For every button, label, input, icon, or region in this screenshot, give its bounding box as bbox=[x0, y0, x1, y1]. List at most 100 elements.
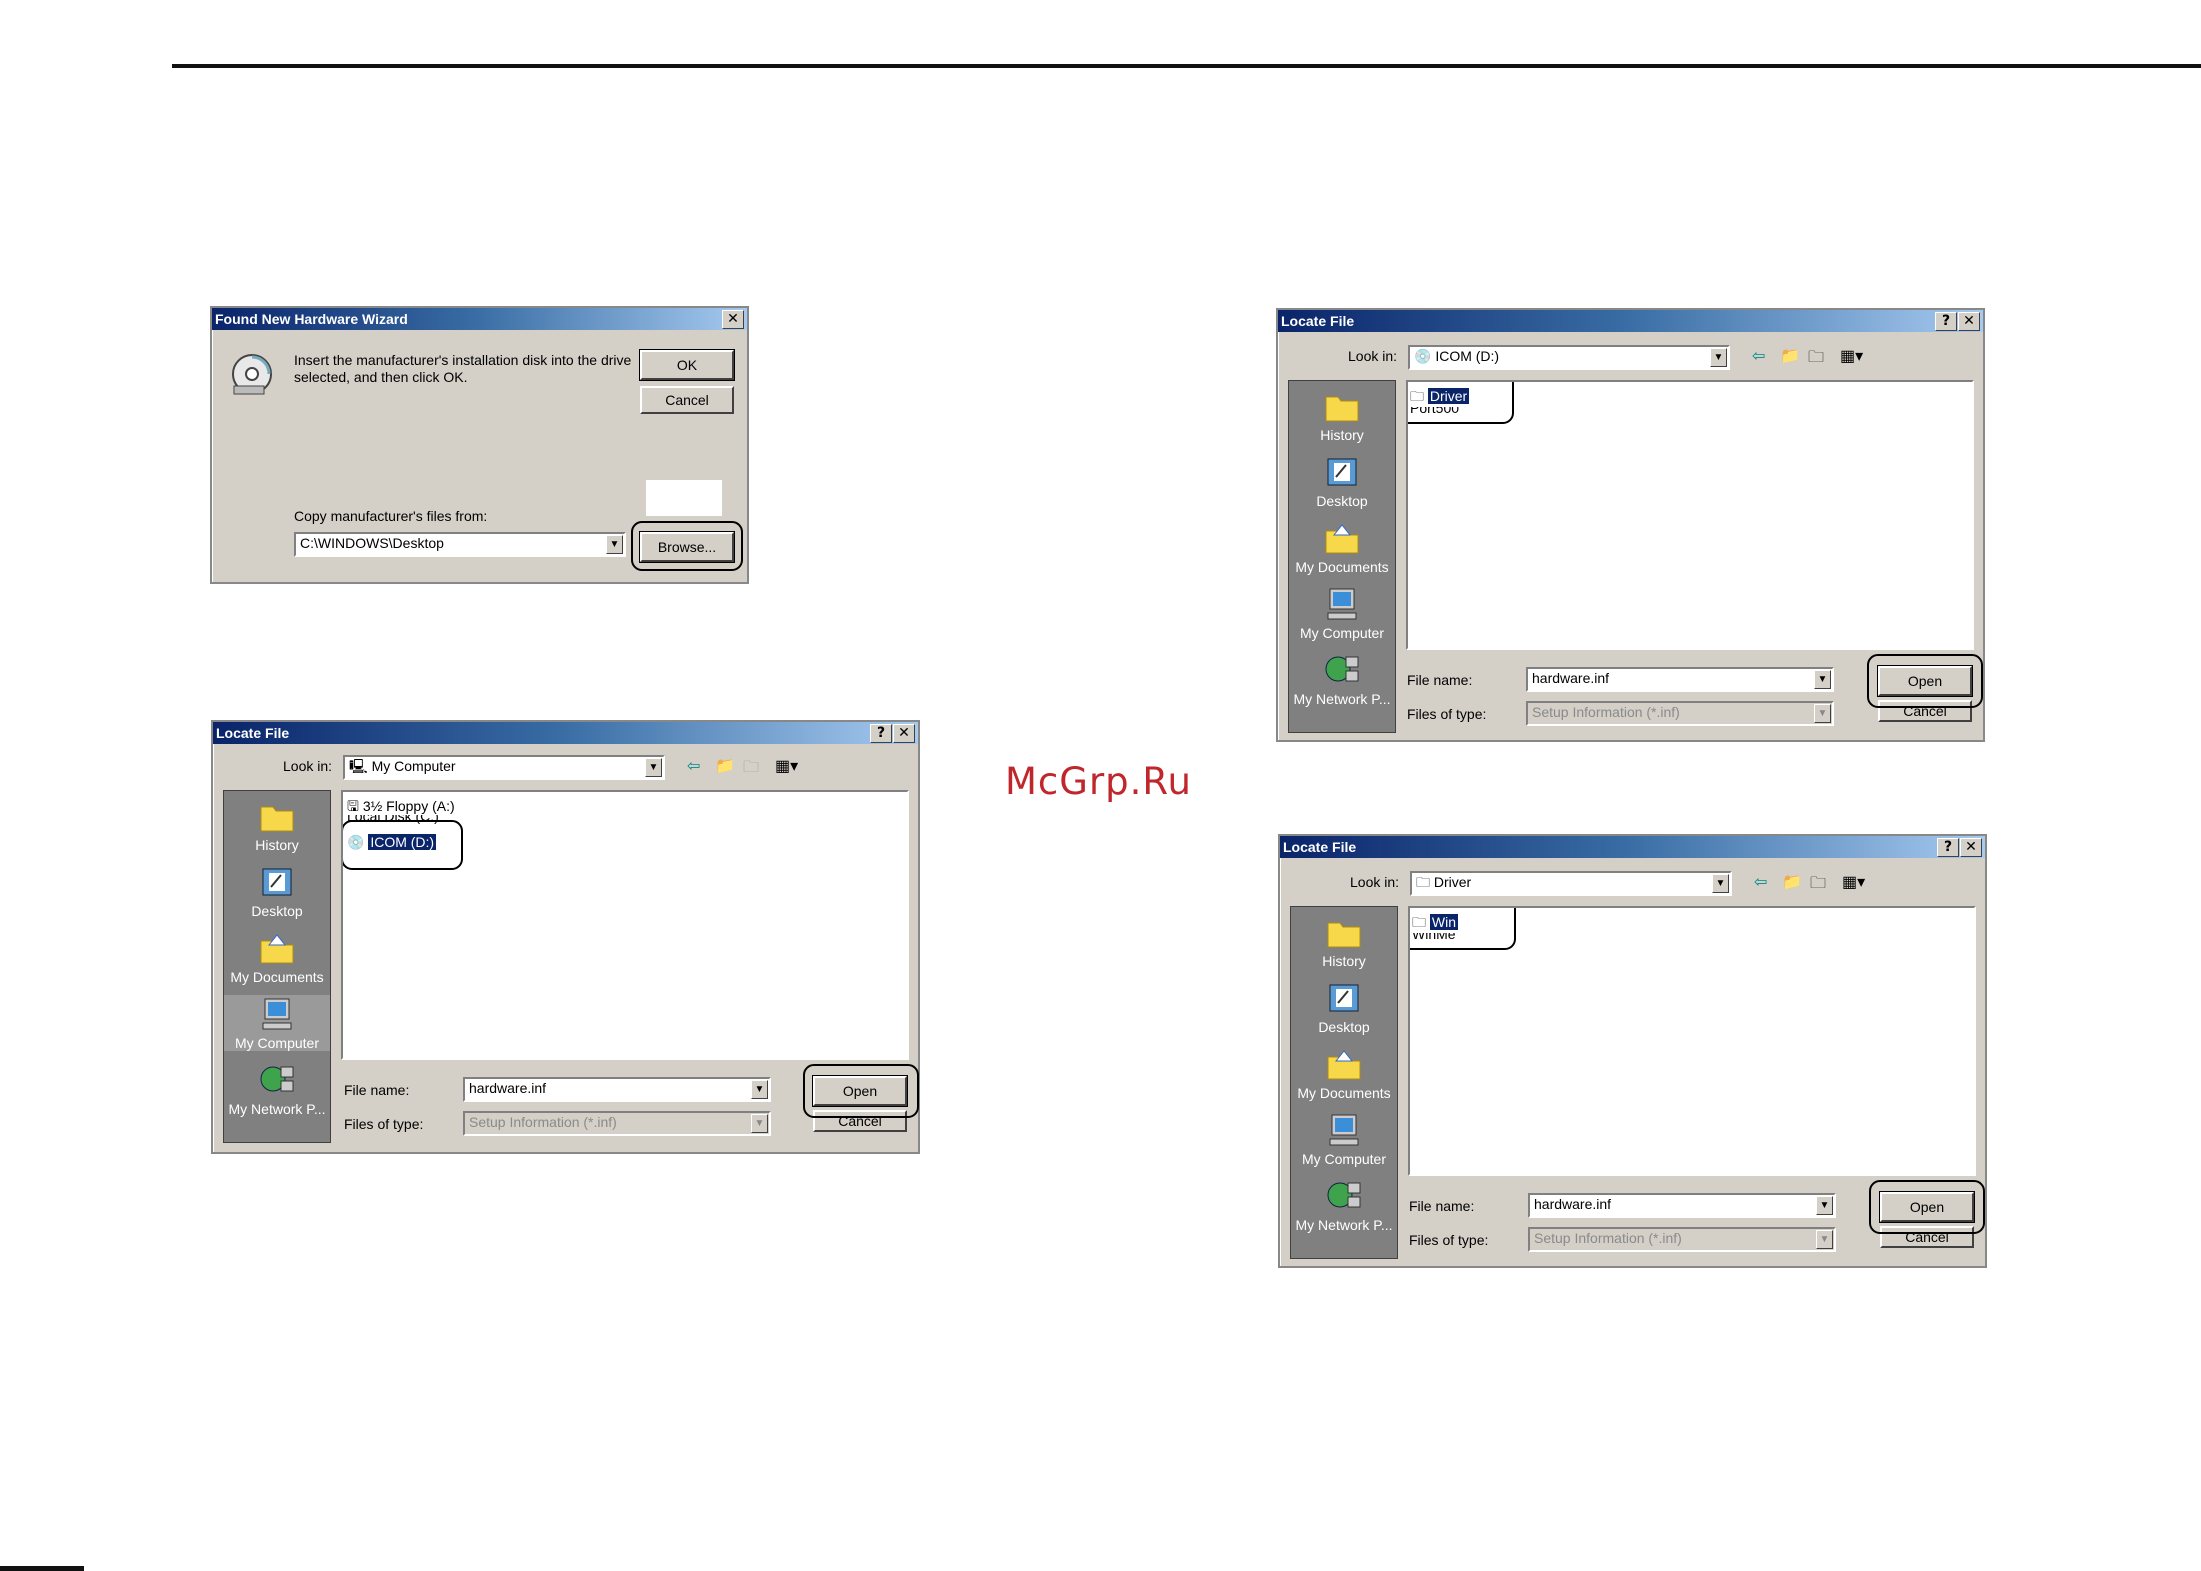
cancel-button[interactable]: Cancel bbox=[640, 386, 734, 414]
files-of-type-combo: Setup Information (*.inf) ▼ bbox=[1528, 1227, 1836, 1252]
file-list[interactable]: 🗀 Driver Port500 bbox=[1406, 380, 1974, 650]
dropdown-arrow-icon[interactable]: ▼ bbox=[645, 758, 662, 777]
dialog-title: Locate File bbox=[1283, 839, 1357, 855]
place-desktop[interactable]: Desktop bbox=[224, 863, 330, 919]
place-label: History bbox=[255, 837, 299, 853]
place-my-computer[interactable]: My Computer bbox=[224, 995, 330, 1051]
list-item-label: 3½ Floppy (A:) bbox=[362, 798, 455, 814]
place-history[interactable]: History bbox=[1291, 913, 1397, 969]
look-in-combo[interactable]: 🗀 Driver ▼ bbox=[1410, 871, 1732, 896]
dialog-title: Locate File bbox=[216, 725, 290, 741]
place-desktop[interactable]: Desktop bbox=[1289, 453, 1395, 509]
file-list[interactable]: 🗀 Win WinMe bbox=[1408, 906, 1976, 1176]
place-my-documents[interactable]: My Documents bbox=[1289, 519, 1395, 575]
file-name-combo[interactable]: hardware.inf ▼ bbox=[1528, 1193, 1836, 1218]
page-footer-bar bbox=[0, 1566, 84, 1571]
network-globe-icon bbox=[1327, 1182, 1361, 1208]
dialog-title: Found New Hardware Wizard bbox=[215, 311, 408, 327]
place-label: My Computer bbox=[1301, 1151, 1387, 1167]
place-my-network[interactable]: My Network P... bbox=[224, 1061, 330, 1117]
files-of-type-label: Files of type: bbox=[1409, 1232, 1489, 1248]
file-name-value: hardware.inf bbox=[1534, 1196, 1612, 1212]
copy-files-value: C:\WINDOWS\Desktop bbox=[300, 535, 444, 551]
files-of-type-value: Setup Information (*.inf) bbox=[1532, 704, 1680, 720]
look-in-label: Look in: bbox=[283, 758, 333, 774]
place-label: History bbox=[1320, 427, 1364, 443]
dropdown-arrow-icon: ▼ bbox=[1816, 1230, 1833, 1249]
open-button-highlight bbox=[1867, 654, 1983, 708]
file-list[interactable]: 🖫 3½ Floppy (A:) Local Disk (C:) 💿 ICOM … bbox=[341, 790, 909, 1060]
place-desktop[interactable]: Desktop bbox=[1291, 979, 1397, 1035]
help-button[interactable]: ? bbox=[1937, 838, 1959, 857]
up-folder-icon[interactable]: 📁 bbox=[715, 756, 735, 776]
close-button[interactable]: ✕ bbox=[722, 310, 744, 329]
place-my-network[interactable]: My Network P... bbox=[1289, 651, 1395, 707]
folder-icon: 🗀 bbox=[1416, 874, 1430, 890]
my-computer-icon bbox=[1327, 588, 1357, 620]
dropdown-arrow-icon[interactable]: ▼ bbox=[1814, 670, 1831, 689]
view-menu-icon[interactable]: ▦▾ bbox=[1840, 346, 1863, 366]
look-in-combo[interactable]: 💿 ICOM (D:) ▼ bbox=[1408, 345, 1730, 370]
file-name-label: File name: bbox=[344, 1082, 410, 1098]
files-of-type-value: Setup Information (*.inf) bbox=[469, 1114, 617, 1130]
dropdown-arrow-icon[interactable]: ▼ bbox=[1816, 1196, 1833, 1215]
places-bar: History Desktop My Documents My Computer… bbox=[1288, 380, 1396, 733]
file-name-combo[interactable]: hardware.inf ▼ bbox=[463, 1077, 771, 1102]
blank-panel bbox=[646, 480, 722, 516]
place-label: My Computer bbox=[234, 1035, 320, 1051]
found-new-hardware-dialog: Found New Hardware Wizard ✕ Insert the m… bbox=[210, 306, 749, 584]
files-of-type-label: Files of type: bbox=[1407, 706, 1487, 722]
place-label: My Network P... bbox=[1293, 691, 1391, 707]
place-history[interactable]: History bbox=[1289, 387, 1395, 443]
floppy-drive-icon: 🖫 bbox=[347, 798, 359, 814]
my-documents-icon bbox=[1327, 1050, 1361, 1080]
place-my-computer[interactable]: My Computer bbox=[1289, 585, 1395, 641]
close-button[interactable]: ✕ bbox=[893, 724, 915, 743]
cd-drive-icon: 💿 bbox=[1414, 348, 1432, 364]
dropdown-arrow-icon[interactable]: ▼ bbox=[1712, 874, 1729, 893]
open-button-highlight bbox=[1869, 1180, 1985, 1234]
cd-disk-icon bbox=[232, 354, 272, 395]
locate-file-dialog-2: Locate File ? ✕ Look in: 💿 ICOM (D:) ▼ ⇦… bbox=[1276, 308, 1985, 742]
my-documents-icon bbox=[260, 934, 294, 964]
place-history[interactable]: History bbox=[224, 797, 330, 853]
dropdown-arrow-icon[interactable]: ▼ bbox=[1710, 348, 1727, 367]
copy-files-combo[interactable]: C:\WINDOWS\Desktop ▼ bbox=[294, 532, 626, 557]
back-arrow-icon[interactable]: ⇦ bbox=[1754, 872, 1767, 892]
dropdown-arrow-icon[interactable]: ▼ bbox=[751, 1080, 768, 1099]
file-name-combo[interactable]: hardware.inf ▼ bbox=[1526, 667, 1834, 692]
file-name-value: hardware.inf bbox=[469, 1080, 547, 1096]
watermark: McGrp.Ru bbox=[1005, 760, 1192, 803]
place-label: My Documents bbox=[230, 969, 324, 985]
new-folder-icon[interactable]: 🗀 bbox=[743, 756, 759, 783]
file-name-label: File name: bbox=[1409, 1198, 1475, 1214]
wizard-message-line2: selected, and then click OK. bbox=[294, 369, 468, 385]
folder-icon bbox=[1327, 922, 1361, 948]
copy-files-label: Copy manufacturer's files from: bbox=[294, 508, 488, 524]
new-folder-icon[interactable]: 🗀 bbox=[1808, 346, 1824, 373]
up-folder-icon[interactable]: 📁 bbox=[1780, 346, 1800, 366]
dialog-titlebar: Locate File bbox=[1278, 310, 1983, 332]
files-of-type-label: Files of type: bbox=[344, 1116, 424, 1132]
dropdown-arrow-icon: ▼ bbox=[751, 1114, 768, 1133]
files-of-type-combo: Setup Information (*.inf) ▼ bbox=[463, 1111, 771, 1136]
look-in-combo[interactable]: 🖳 My Computer ▼ bbox=[343, 755, 665, 780]
desktop-icon bbox=[1329, 984, 1359, 1012]
view-menu-icon[interactable]: ▦▾ bbox=[1842, 872, 1865, 892]
help-button[interactable]: ? bbox=[870, 724, 892, 743]
close-button[interactable]: ✕ bbox=[1960, 838, 1982, 857]
place-my-documents[interactable]: My Documents bbox=[224, 929, 330, 985]
dropdown-arrow-icon[interactable]: ▼ bbox=[606, 535, 623, 554]
back-arrow-icon[interactable]: ⇦ bbox=[687, 756, 700, 776]
back-arrow-icon[interactable]: ⇦ bbox=[1752, 346, 1765, 366]
new-folder-icon[interactable]: 🗀 bbox=[1810, 872, 1826, 899]
up-folder-icon[interactable]: 📁 bbox=[1782, 872, 1802, 892]
view-menu-icon[interactable]: ▦▾ bbox=[775, 756, 798, 776]
place-my-network[interactable]: My Network P... bbox=[1291, 1177, 1397, 1233]
place-my-documents[interactable]: My Documents bbox=[1291, 1045, 1397, 1101]
close-button[interactable]: ✕ bbox=[1958, 312, 1980, 331]
page-top-rule bbox=[172, 64, 2201, 68]
help-button[interactable]: ? bbox=[1935, 312, 1957, 331]
ok-button[interactable]: OK bbox=[639, 349, 735, 381]
place-my-computer[interactable]: My Computer bbox=[1291, 1111, 1397, 1167]
